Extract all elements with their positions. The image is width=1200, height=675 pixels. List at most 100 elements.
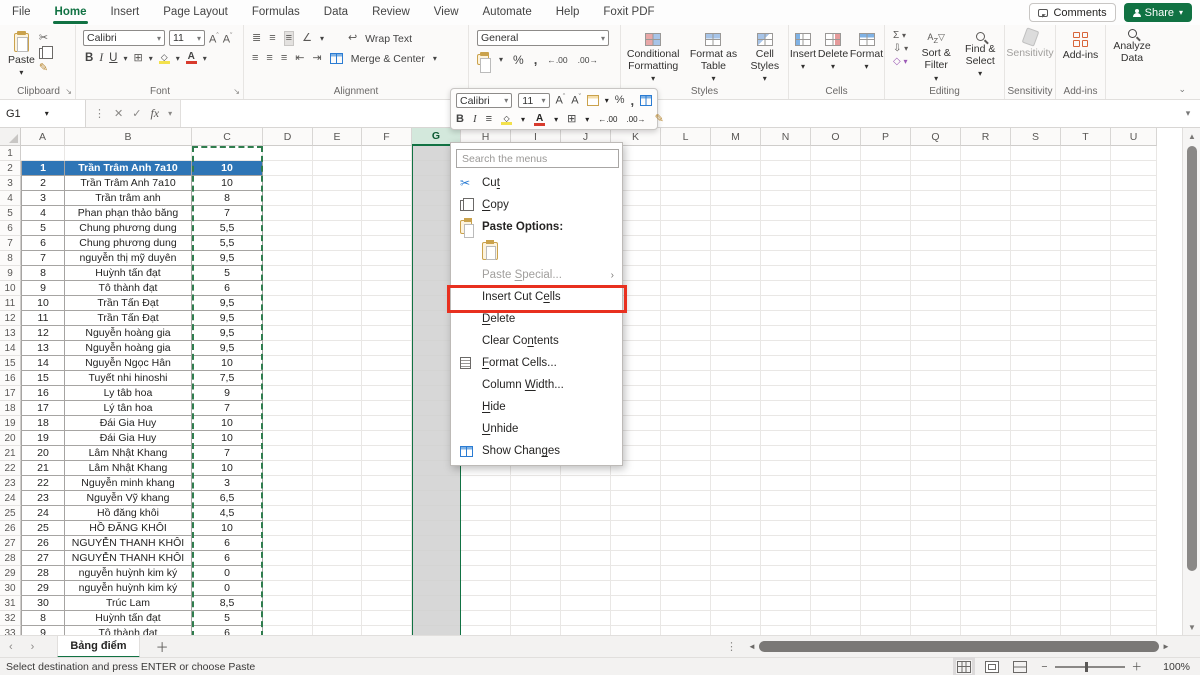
cell-N19[interactable] [761, 416, 811, 431]
cell-M17[interactable] [711, 386, 761, 401]
cell-A6[interactable]: 5 [21, 221, 65, 236]
new-sheet-icon[interactable]: ＋ [140, 637, 185, 656]
cell-C28[interactable]: 6 [192, 551, 263, 566]
cell-A11[interactable]: 10 [21, 296, 65, 311]
cell-M5[interactable] [711, 206, 761, 221]
cell-Q10[interactable] [911, 281, 961, 296]
menu-tab-foxit-pdf[interactable]: Foxit PDF [591, 0, 666, 25]
vertical-scrollbar[interactable]: ▲ ▼ [1182, 128, 1200, 635]
cell-L27[interactable] [661, 536, 711, 551]
cell-O10[interactable] [811, 281, 861, 296]
mini-comma-icon[interactable]: , [631, 94, 635, 107]
row-header-21[interactable]: 21 [0, 446, 21, 461]
cell-U16[interactable] [1111, 371, 1157, 386]
cell-U27[interactable] [1111, 536, 1157, 551]
cell-P32[interactable] [861, 611, 911, 626]
cell-U9[interactable] [1111, 266, 1157, 281]
align-top-icon[interactable]: ≣ [252, 32, 261, 45]
context-menu-item-clear-contents[interactable]: Clear Contents [451, 330, 622, 352]
merge-center-button[interactable]: Merge & Center [351, 53, 425, 65]
cell-F6[interactable] [362, 221, 412, 236]
cell-S19[interactable] [1011, 416, 1061, 431]
cell-M2[interactable] [711, 161, 761, 176]
cut-button[interactable]: ✂ [39, 32, 48, 45]
cell-U31[interactable] [1111, 596, 1157, 611]
cell-B32[interactable]: Huỳnh tấn đạt [65, 611, 192, 626]
cell-C1[interactable] [192, 146, 263, 161]
row-header-16[interactable]: 16 [0, 371, 21, 386]
cell-C3[interactable]: 10 [192, 176, 263, 191]
cell-I29[interactable] [511, 566, 561, 581]
row-header-22[interactable]: 22 [0, 461, 21, 476]
row-header-20[interactable]: 20 [0, 431, 21, 446]
cell-D18[interactable] [263, 401, 313, 416]
scroll-left-icon[interactable]: ◄ [745, 642, 759, 651]
cell-U13[interactable] [1111, 326, 1157, 341]
number-format-select[interactable]: General▾ [477, 30, 609, 46]
cell-K31[interactable] [611, 596, 661, 611]
cell-O24[interactable] [811, 491, 861, 506]
cell-U29[interactable] [1111, 566, 1157, 581]
cell-O29[interactable] [811, 566, 861, 581]
cell-N11[interactable] [761, 296, 811, 311]
cell-D29[interactable] [263, 566, 313, 581]
cell-A9[interactable]: 8 [21, 266, 65, 281]
cell-G25[interactable] [412, 506, 461, 521]
insert-function-icon[interactable]: fx [150, 106, 159, 121]
clipboard-dialog-launcher[interactable]: ↘ [65, 87, 72, 96]
cell-O5[interactable] [811, 206, 861, 221]
cell-F27[interactable] [362, 536, 412, 551]
cell-F28[interactable] [362, 551, 412, 566]
cell-D7[interactable] [263, 236, 313, 251]
scroll-right-icon[interactable]: ► [1159, 642, 1173, 651]
cell-F8[interactable] [362, 251, 412, 266]
row-header-13[interactable]: 13 [0, 326, 21, 341]
cell-S15[interactable] [1011, 356, 1061, 371]
cell-B27[interactable]: NGUYỄN THANH KHÔI [65, 536, 192, 551]
cell-H26[interactable] [461, 521, 511, 536]
mini-font-name-select[interactable]: Calibri▾ [456, 93, 512, 108]
row-header-1[interactable]: 1 [0, 146, 21, 161]
align-bottom-icon[interactable]: ≡ [284, 31, 294, 46]
cell-P5[interactable] [861, 206, 911, 221]
cell-B22[interactable]: Lâm Nhật Khang [65, 461, 192, 476]
cell-B18[interactable]: Lý tân hoa [65, 401, 192, 416]
cell-O6[interactable] [811, 221, 861, 236]
mini-align-icon[interactable]: ≡ [486, 114, 492, 125]
cell-A30[interactable]: 29 [21, 581, 65, 596]
fill-color-button[interactable]: ◇ [159, 53, 170, 64]
cell-N17[interactable] [761, 386, 811, 401]
cell-E29[interactable] [313, 566, 362, 581]
cell-B25[interactable]: Hồ đăng khôi [65, 506, 192, 521]
cell-C15[interactable]: 10 [192, 356, 263, 371]
cell-E26[interactable] [313, 521, 362, 536]
cell-N23[interactable] [761, 476, 811, 491]
cell-F29[interactable] [362, 566, 412, 581]
analyze-data-button[interactable]: Analyze Data [1106, 25, 1158, 64]
cell-J25[interactable] [561, 506, 611, 521]
cell-A32[interactable]: 8 [21, 611, 65, 626]
cell-C32[interactable]: 5 [192, 611, 263, 626]
cell-K30[interactable] [611, 581, 661, 596]
cell-F10[interactable] [362, 281, 412, 296]
cell-F2[interactable] [362, 161, 412, 176]
cell-E23[interactable] [313, 476, 362, 491]
cancel-icon[interactable]: ✕ [114, 107, 123, 120]
menu-tab-file[interactable]: File [0, 0, 43, 25]
cell-S21[interactable] [1011, 446, 1061, 461]
cell-R16[interactable] [961, 371, 1011, 386]
cell-O2[interactable] [811, 161, 861, 176]
row-header-19[interactable]: 19 [0, 416, 21, 431]
cell-S4[interactable] [1011, 191, 1061, 206]
cell-M16[interactable] [711, 371, 761, 386]
cell-P19[interactable] [861, 416, 911, 431]
cell-B8[interactable]: nguyễn thị mỹ duyên [65, 251, 192, 266]
cell-S12[interactable] [1011, 311, 1061, 326]
row-header-18[interactable]: 18 [0, 401, 21, 416]
cell-R24[interactable] [961, 491, 1011, 506]
zoom-slider[interactable] [1055, 666, 1125, 668]
cell-P30[interactable] [861, 581, 911, 596]
cell-T22[interactable] [1061, 461, 1111, 476]
cell-M22[interactable] [711, 461, 761, 476]
cell-I33[interactable] [511, 626, 561, 635]
